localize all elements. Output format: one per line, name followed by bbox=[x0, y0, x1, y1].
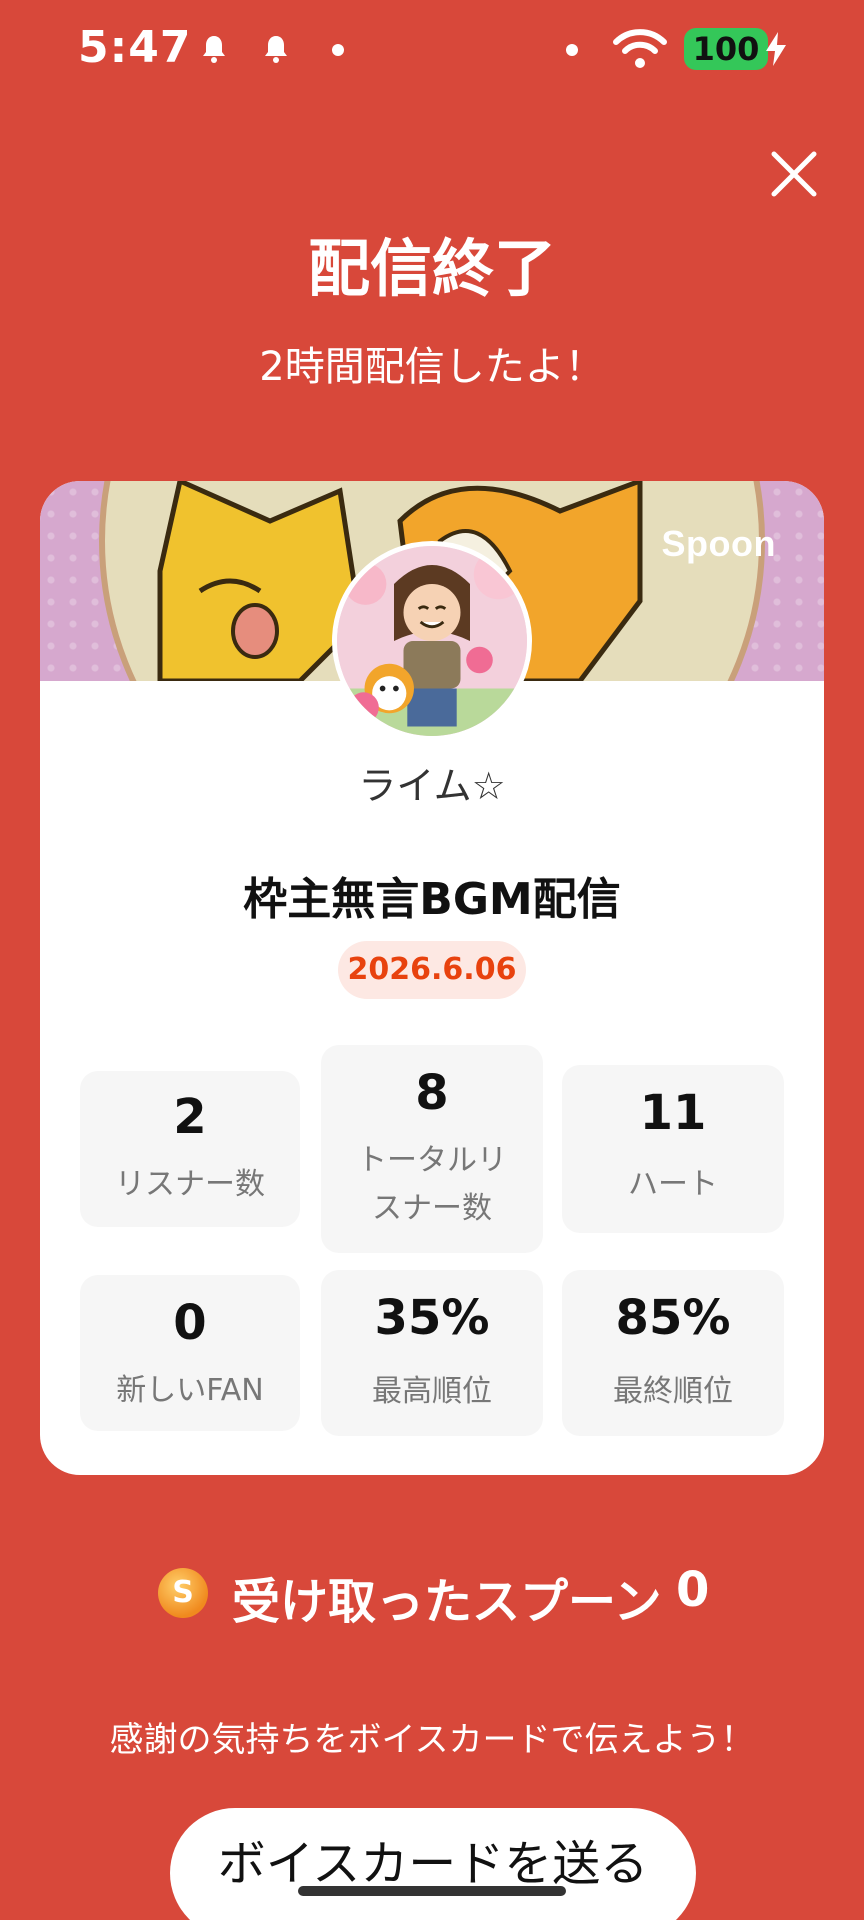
spoons-received-label: 受け取ったスプーン bbox=[232, 1574, 662, 1630]
avatar[interactable] bbox=[332, 541, 532, 741]
home-indicator bbox=[298, 1886, 566, 1896]
bell-icon bbox=[265, 36, 287, 63]
page-title: 配信終了 bbox=[307, 232, 556, 305]
close-icon[interactable] bbox=[768, 148, 820, 200]
stat-total-listeners: 8 トータルリ スナー数 bbox=[321, 1045, 543, 1253]
spoon-coin-icon: S bbox=[158, 1568, 208, 1618]
stat-label: リスナー数 bbox=[115, 1167, 265, 1202]
stat-label: ハート bbox=[628, 1167, 718, 1202]
broadcast-summary-card: Spoon ライム☆ 枠主無言BGM配信 2026.6.06 2 リスナー数 8… bbox=[40, 481, 824, 1475]
charging-bolt-icon bbox=[766, 32, 786, 66]
dot-icon bbox=[566, 44, 578, 56]
stat-value: 35% bbox=[374, 1290, 490, 1346]
thanks-message: 感謝の気持ちをボイスカードで伝えよう！ bbox=[109, 1720, 755, 1760]
stat-label-line1: トータルリ bbox=[357, 1143, 507, 1178]
stat-value: 2 bbox=[173, 1089, 207, 1145]
spoons-received-count: 0 bbox=[676, 1562, 710, 1618]
stat-value: 85% bbox=[615, 1290, 731, 1346]
stat-listeners: 2 リスナー数 bbox=[80, 1071, 300, 1227]
status-bar: 5:47 100 bbox=[0, 0, 864, 100]
stat-final-rank: 85% 最終順位 bbox=[562, 1270, 784, 1436]
bell-icon bbox=[203, 36, 225, 63]
stat-hearts: 11 ハート bbox=[562, 1065, 784, 1233]
wifi-icon bbox=[613, 29, 667, 68]
status-time: 5:47 bbox=[78, 22, 192, 73]
username: ライム☆ bbox=[358, 764, 506, 808]
stat-new-fans: 0 新しいFAN bbox=[80, 1275, 300, 1431]
page-subtitle: 2時間配信したよ！ bbox=[259, 344, 605, 390]
avatar-image bbox=[337, 546, 527, 736]
stat-value: 0 bbox=[173, 1295, 207, 1351]
stat-highest-rank: 35% 最高順位 bbox=[321, 1270, 543, 1436]
stream-title: 枠主無言BGM配信 bbox=[243, 874, 621, 925]
stat-label: 新しいFAN bbox=[116, 1373, 264, 1408]
send-voice-card-button[interactable]: ボイスカードを送る bbox=[170, 1808, 696, 1920]
stat-value: 11 bbox=[639, 1085, 707, 1141]
date-badge: 2026.6.06 bbox=[338, 941, 526, 999]
stat-value: 8 bbox=[415, 1065, 449, 1121]
stat-label: 最終順位 bbox=[613, 1374, 733, 1409]
battery-level: 100 bbox=[684, 28, 768, 70]
stat-label: 最高順位 bbox=[372, 1374, 492, 1409]
stat-label-line2: スナー数 bbox=[372, 1191, 492, 1226]
dot-icon bbox=[332, 44, 344, 56]
spoon-logo: Spoon bbox=[661, 523, 776, 564]
